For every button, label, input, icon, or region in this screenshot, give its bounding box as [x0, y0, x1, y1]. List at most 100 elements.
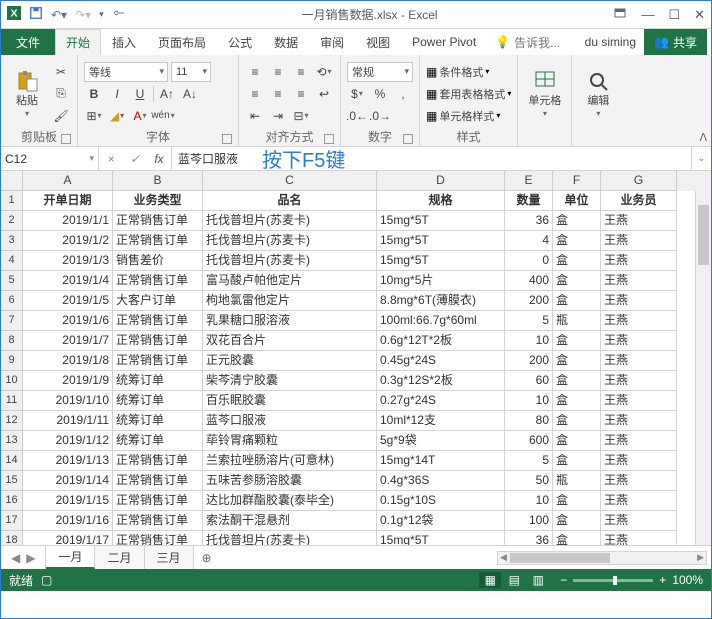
undo-icon[interactable]: ↶▾ [51, 8, 67, 22]
cell[interactable]: 正常销售订单 [113, 231, 203, 251]
cell[interactable]: 王燕 [601, 291, 677, 311]
tab-insert[interactable]: 插入 [101, 29, 147, 55]
cell[interactable]: 王燕 [601, 531, 677, 545]
dialog-launcher-icon[interactable] [403, 134, 413, 144]
cell[interactable]: 双花百合片 [203, 331, 377, 351]
tab-powerpivot[interactable]: Power Pivot [401, 29, 487, 55]
cell[interactable]: 盒 [553, 211, 601, 231]
cell[interactable]: 36 [505, 531, 553, 545]
cell[interactable]: 单位 [553, 191, 601, 211]
tab-home[interactable]: 开始 [55, 29, 101, 55]
cell[interactable]: 正常销售订单 [113, 471, 203, 491]
prev-sheet-icon[interactable]: ◀ [11, 551, 20, 565]
column-header[interactable]: F [553, 171, 601, 191]
cell[interactable]: 王燕 [601, 231, 677, 251]
cell[interactable]: 2019/1/12 [23, 431, 113, 451]
tab-file[interactable]: 文件 [1, 29, 55, 55]
cell[interactable]: 王燕 [601, 511, 677, 531]
select-all-button[interactable] [1, 171, 23, 191]
cell[interactable]: 5g*9袋 [377, 431, 505, 451]
minimize-icon[interactable]: — [641, 7, 654, 22]
row-header[interactable]: 14 [1, 451, 23, 471]
cell[interactable]: 5 [505, 311, 553, 331]
fill-color-button[interactable]: ◢ [107, 106, 127, 126]
increase-font-icon[interactable]: A↑ [157, 84, 177, 104]
expand-formula-icon[interactable]: ⌄ [691, 147, 711, 170]
cell[interactable]: 盒 [553, 531, 601, 545]
column-header[interactable]: D [377, 171, 505, 191]
cell[interactable]: 0.3g*12S*2板 [377, 371, 505, 391]
increase-indent-icon[interactable]: ⇥ [268, 106, 288, 126]
cell[interactable]: 60 [505, 371, 553, 391]
row-header[interactable]: 4 [1, 251, 23, 271]
cell[interactable]: 2019/1/10 [23, 391, 113, 411]
cell[interactable]: 正元胶囊 [203, 351, 377, 371]
cell[interactable]: 王燕 [601, 491, 677, 511]
cell[interactable]: 蓝芩口服液 [203, 411, 377, 431]
align-center-icon[interactable]: ≡ [268, 84, 288, 104]
cell[interactable]: 盒 [553, 451, 601, 471]
cell[interactable]: 数量 [505, 191, 553, 211]
zoom-level[interactable]: 100% [672, 573, 703, 587]
align-bottom-icon[interactable]: ≡ [291, 62, 311, 82]
save-icon[interactable] [29, 6, 43, 23]
cell[interactable]: 盒 [553, 411, 601, 431]
sheet-tab[interactable]: 二月 [95, 546, 144, 569]
touch-mode-icon[interactable] [112, 6, 126, 23]
cell[interactable]: 托伐普坦片(苏麦卡) [203, 211, 377, 231]
cell[interactable]: 王燕 [601, 471, 677, 491]
cell[interactable]: 2019/1/5 [23, 291, 113, 311]
row-header[interactable]: 7 [1, 311, 23, 331]
row-header[interactable]: 3 [1, 231, 23, 251]
cell[interactable]: 80 [505, 411, 553, 431]
formula-input[interactable]: 蓝芩口服液 按下F5键 [172, 147, 691, 170]
cell[interactable]: 销售差价 [113, 251, 203, 271]
cell[interactable]: 五味苦参肠溶胶囊 [203, 471, 377, 491]
tab-data[interactable]: 数据 [263, 29, 309, 55]
cell[interactable]: 统筹订单 [113, 371, 203, 391]
column-header[interactable]: B [113, 171, 203, 191]
page-break-view-icon[interactable]: ▥ [527, 572, 549, 588]
maximize-icon[interactable]: ☐ [668, 7, 680, 23]
tab-layout[interactable]: 页面布局 [147, 29, 217, 55]
cell[interactable]: 王燕 [601, 271, 677, 291]
zoom-slider[interactable] [573, 579, 653, 582]
normal-view-icon[interactable]: ▦ [479, 572, 501, 588]
cell[interactable]: 正常销售订单 [113, 351, 203, 371]
cell[interactable]: 盒 [553, 431, 601, 451]
cell[interactable]: 5 [505, 451, 553, 471]
row-header[interactable]: 1 [1, 191, 23, 211]
cell[interactable]: 达比加群酯胶囊(泰毕全) [203, 491, 377, 511]
horizontal-scrollbar[interactable]: ◀▶ [497, 551, 707, 565]
cell[interactable]: 盒 [553, 511, 601, 531]
cell[interactable]: 10 [505, 491, 553, 511]
cell[interactable]: 2019/1/3 [23, 251, 113, 271]
format-painter-icon[interactable]: 🖌 [51, 106, 71, 126]
cell[interactable]: 乳果糖口服溶液 [203, 311, 377, 331]
increase-decimal-icon[interactable]: .0← [347, 106, 367, 126]
cell[interactable]: 盒 [553, 331, 601, 351]
cell[interactable]: 百乐眠胶囊 [203, 391, 377, 411]
cell[interactable]: 托伐普坦片(苏麦卡) [203, 231, 377, 251]
border-button[interactable]: ⊞ [84, 106, 104, 126]
cond-format-button[interactable]: ▦条件格式▾ [426, 62, 511, 82]
cell[interactable]: 王燕 [601, 371, 677, 391]
cell[interactable]: 600 [505, 431, 553, 451]
cell[interactable]: 索法酮干混悬剂 [203, 511, 377, 531]
cell[interactable]: 王燕 [601, 311, 677, 331]
cells-button[interactable]: 单元格▾ [524, 57, 565, 130]
cell[interactable]: 枸地氯雷他定片 [203, 291, 377, 311]
tab-formulas[interactable]: 公式 [217, 29, 263, 55]
macro-icon[interactable]: ▢ [41, 573, 52, 587]
cell[interactable]: 托伐普坦片(苏麦卡) [203, 251, 377, 271]
table-format-button[interactable]: ▦套用表格格式▾ [426, 84, 511, 104]
cell[interactable]: 统筹订单 [113, 391, 203, 411]
merge-button[interactable]: ⊟ [291, 106, 311, 126]
cell[interactable]: 盒 [553, 291, 601, 311]
cell[interactable]: 盒 [553, 371, 601, 391]
italic-button[interactable]: I [107, 84, 127, 104]
cell[interactable]: 瓶 [553, 311, 601, 331]
cell[interactable]: 2019/1/8 [23, 351, 113, 371]
cell[interactable]: 200 [505, 291, 553, 311]
enter-icon[interactable]: ✓ [123, 152, 147, 166]
